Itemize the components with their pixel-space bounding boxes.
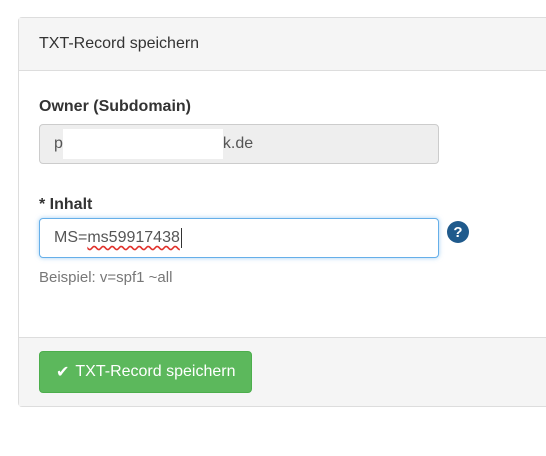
text-caret bbox=[180, 228, 182, 248]
content-value-spellchecked: ms59917438 bbox=[87, 229, 180, 246]
txt-record-panel: TXT-Record speichern Owner (Subdomain) p… bbox=[18, 17, 546, 407]
owner-field: p k.de bbox=[39, 124, 439, 164]
owner-label: Owner (Subdomain) bbox=[39, 98, 191, 115]
panel-footer: ✔ TXT-Record speichern bbox=[19, 337, 546, 406]
checkmark-icon: ✔ bbox=[56, 364, 70, 381]
owner-value-suffix: k.de bbox=[222, 135, 254, 152]
redaction-block bbox=[62, 129, 223, 159]
owner-value-prefix: p bbox=[54, 135, 63, 152]
content-input[interactable]: MS= ms59917438 bbox=[39, 218, 439, 258]
content-label: * Inhalt bbox=[39, 196, 93, 213]
save-txt-record-button[interactable]: ✔ TXT-Record speichern bbox=[39, 351, 253, 393]
save-button-label: TXT-Record speichern bbox=[75, 363, 236, 380]
panel-title: TXT-Record speichern bbox=[19, 18, 546, 71]
content-value-prefix: MS= bbox=[54, 229, 88, 246]
content-hint: Beispiel: v=spf1 ~all bbox=[39, 269, 173, 286]
question-circle-icon[interactable]: ? bbox=[447, 221, 469, 243]
